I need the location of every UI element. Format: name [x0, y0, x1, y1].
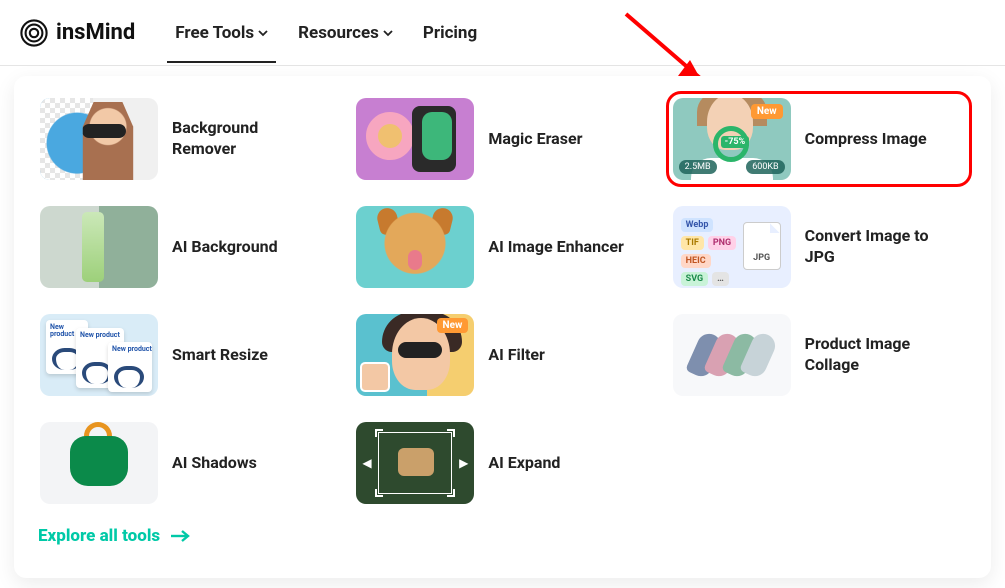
triangle-left-icon: ◀	[362, 456, 371, 470]
thumb-background-remover	[40, 98, 158, 180]
tag-svg: SVG	[681, 272, 709, 286]
tool-ai-image-enhancer[interactable]: AI Image Enhancer	[354, 204, 650, 290]
tool-label: Product Image Collage	[805, 334, 955, 376]
tag-png: PNG	[708, 236, 736, 250]
tool-label: AI Background	[172, 237, 278, 258]
tool-compress-image[interactable]: -75% New 2.5MB 600KB Compress Image	[671, 96, 967, 182]
tool-label: Compress Image	[805, 129, 927, 150]
thumb-ai-filter: New	[356, 314, 474, 396]
nav-free-tools-label: Free Tools	[175, 23, 254, 43]
compress-before-size: 2.5MB	[679, 160, 717, 174]
arrow-right-icon	[170, 529, 190, 543]
tool-magic-eraser[interactable]: Magic Eraser	[354, 96, 650, 182]
tool-label: Background Remover	[172, 118, 322, 160]
tool-label: Magic Eraser	[488, 129, 582, 150]
format-tags: Webp TIF PNG HEIC SVG …	[681, 218, 739, 286]
compress-after-size: 600KB	[746, 160, 784, 174]
tool-ai-expand[interactable]: ◀ ▶ AI Expand	[354, 420, 650, 506]
nav-resources-label: Resources	[298, 23, 379, 43]
explore-all-tools-link[interactable]: Explore all tools	[38, 526, 190, 546]
tool-ai-filter[interactable]: New AI Filter	[354, 312, 650, 398]
tool-label: AI Image Enhancer	[488, 237, 624, 258]
tool-label: AI Expand	[488, 453, 560, 474]
thumb-convert-jpg: Webp TIF PNG HEIC SVG … → JPG	[673, 206, 791, 288]
thumb-compress-image: -75% New 2.5MB 600KB	[673, 98, 791, 180]
thumb-ai-expand: ◀ ▶	[356, 422, 474, 504]
thumb-smart-resize: New product New product New product	[40, 314, 158, 396]
thumb-ai-shadows	[40, 422, 158, 504]
tool-product-image-collage[interactable]: Product Image Collage	[671, 312, 967, 398]
tool-smart-resize[interactable]: New product New product New product Smar…	[38, 312, 334, 398]
main-nav: Free Tools Resources Pricing	[175, 3, 477, 63]
thumb-product-collage	[673, 314, 791, 396]
tool-label: Smart Resize	[172, 345, 268, 366]
tools-dropdown-panel: Background Remover Magic Eraser -75% New…	[14, 76, 991, 578]
header-bar: insMind Free Tools Resources Pricing	[0, 0, 1005, 66]
nav-pricing-label: Pricing	[423, 23, 477, 43]
brand-name: insMind	[56, 20, 135, 45]
chevron-down-icon	[383, 28, 393, 38]
thumb-ai-enhancer	[356, 206, 474, 288]
chevron-down-icon	[258, 28, 268, 38]
new-badge: New	[751, 104, 783, 119]
nav-free-tools[interactable]: Free Tools	[175, 3, 268, 63]
compress-reduction-badge: -75%	[721, 136, 750, 148]
tag-heic: HEIC	[681, 254, 711, 268]
explore-label: Explore all tools	[38, 526, 160, 546]
nav-resources[interactable]: Resources	[298, 3, 393, 63]
spiral-logo-icon	[20, 19, 48, 47]
new-badge: New	[437, 318, 469, 333]
tool-ai-background[interactable]: AI Background	[38, 204, 334, 290]
tool-label: AI Filter	[488, 345, 545, 366]
thumb-ai-background	[40, 206, 158, 288]
tag-webp: Webp	[681, 218, 714, 232]
brand-logo[interactable]: insMind	[20, 19, 135, 47]
tool-label: AI Shadows	[172, 453, 257, 474]
tool-label: Convert Image to JPG	[805, 226, 955, 268]
tag-tif: TIF	[681, 236, 704, 250]
thumb-magic-eraser	[356, 98, 474, 180]
tool-convert-to-jpg[interactable]: Webp TIF PNG HEIC SVG … → JPG Convert Im…	[671, 204, 967, 290]
tool-ai-shadows[interactable]: AI Shadows	[38, 420, 334, 506]
tools-grid: Background Remover Magic Eraser -75% New…	[38, 96, 967, 506]
nav-pricing[interactable]: Pricing	[423, 3, 477, 63]
triangle-right-icon: ▶	[459, 456, 468, 470]
jpg-document-icon: JPG	[743, 222, 781, 270]
tool-background-remover[interactable]: Background Remover	[38, 96, 334, 182]
tag-more: …	[712, 272, 729, 286]
